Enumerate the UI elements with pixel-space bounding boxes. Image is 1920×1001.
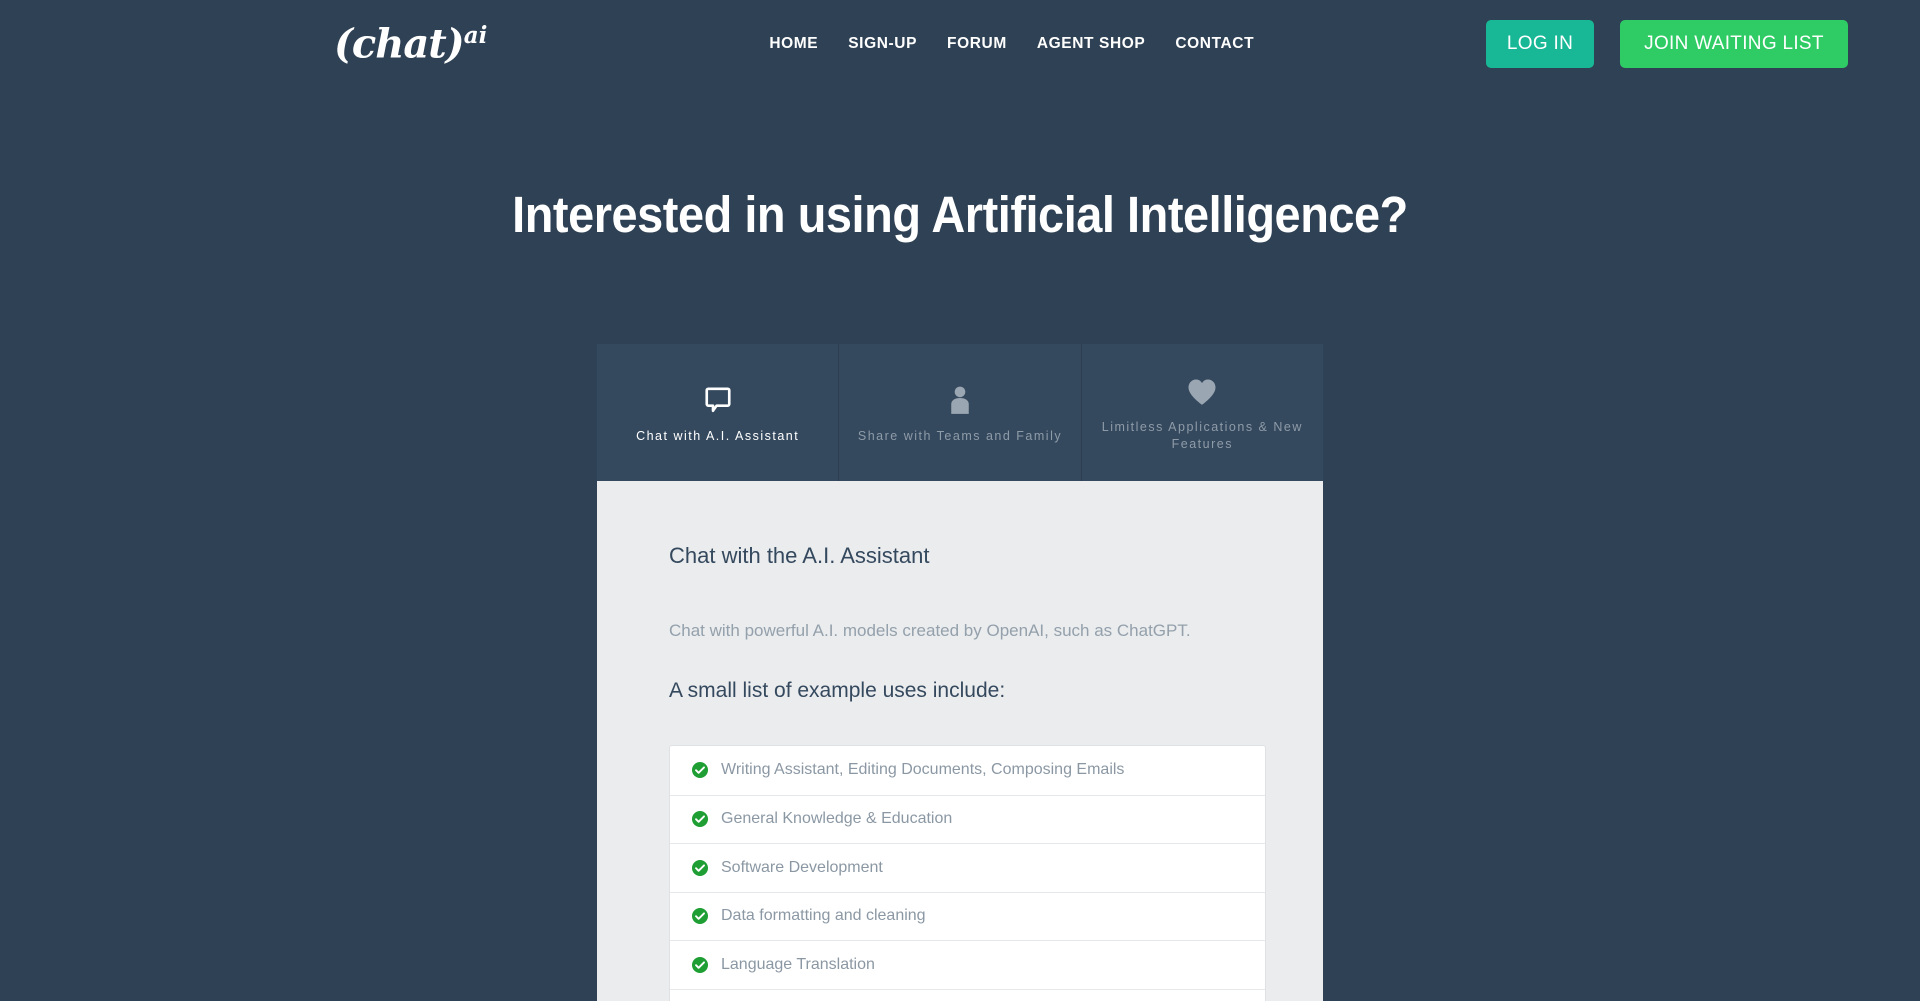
join-waiting-list-button[interactable]: JOIN WAITING LIST (1620, 20, 1848, 68)
check-circle-icon (692, 956, 708, 973)
person-icon (946, 381, 974, 415)
feature-tab-widget: Chat with A.I. Assistant Share with Team… (597, 344, 1323, 1001)
nav-item-sign-up[interactable]: SIGN-UP (848, 35, 917, 53)
tab-label: Limitless Applications & New Features (1101, 420, 1303, 451)
list-item-label: Data formatting and cleaning (721, 907, 926, 925)
tab-chat-with-ai-assistant[interactable]: Chat with A.I. Assistant (597, 344, 838, 481)
nav-item-forum[interactable]: FORUM (947, 35, 1007, 53)
tab-strip: Chat with A.I. Assistant Share with Team… (597, 344, 1323, 481)
brand-logo-superscript: ai (463, 21, 488, 49)
log-in-button[interactable]: LOG IN (1486, 20, 1594, 68)
list-item: Entertainment (670, 988, 1265, 1001)
check-circle-icon (692, 859, 708, 876)
list-item-label: Language Translation (721, 955, 875, 973)
page-title: Interested in using Artificial Intellige… (512, 186, 1408, 243)
nav-item-contact[interactable]: CONTACT (1175, 35, 1254, 53)
tab-label: Chat with A.I. Assistant (636, 428, 800, 443)
site-header: (chat)ai HOME SIGN-UP FORUM AGENT SHOP C… (0, 0, 1920, 88)
tab-label: Share with Teams and Family (857, 428, 1063, 443)
check-circle-icon (692, 908, 708, 925)
tab-share-with-teams-and-family[interactable]: Share with Teams and Family (838, 344, 1080, 481)
brand-logo[interactable]: (chat)ai (334, 24, 487, 64)
header-actions: LOG IN JOIN WAITING LIST (1486, 20, 1848, 68)
list-item-label: Writing Assistant, Editing Documents, Co… (721, 761, 1125, 779)
panel-title: Chat with the A.I. Assistant (669, 543, 930, 568)
list-item: Language Translation (670, 940, 1265, 989)
panel-description: Chat with powerful A.I. models created b… (669, 621, 1191, 640)
tab-limitless-applications-and-new-features[interactable]: Limitless Applications & New Features (1080, 344, 1323, 481)
list-item: General Knowledge & Education (670, 794, 1265, 844)
list-item-label: General Knowledge & Education (721, 810, 953, 828)
heart-icon (1187, 372, 1217, 406)
speech-bubble-icon (703, 381, 733, 415)
brand-logo-text: (chat) (334, 20, 465, 68)
list-item: Data formatting and cleaning (670, 891, 1265, 941)
check-circle-icon (692, 762, 708, 779)
list-item: Software Development (670, 843, 1265, 892)
nav-item-agent-shop[interactable]: AGENT SHOP (1037, 35, 1145, 53)
list-item: Writing Assistant, Editing Documents, Co… (670, 746, 1265, 795)
panel-subtitle: A small list of example uses include: (669, 679, 1006, 702)
main-navigation: HOME SIGN-UP FORUM AGENT SHOP CONTACT (769, 35, 1254, 53)
nav-item-home[interactable]: HOME (769, 35, 818, 53)
tab-panel-chat-with-ai-assistant: Chat with the A.I. Assistant Chat with p… (597, 481, 1323, 1001)
example-uses-list: Writing Assistant, Editing Documents, Co… (669, 745, 1266, 1001)
check-circle-icon (692, 811, 708, 828)
list-item-label: Software Development (721, 858, 883, 876)
